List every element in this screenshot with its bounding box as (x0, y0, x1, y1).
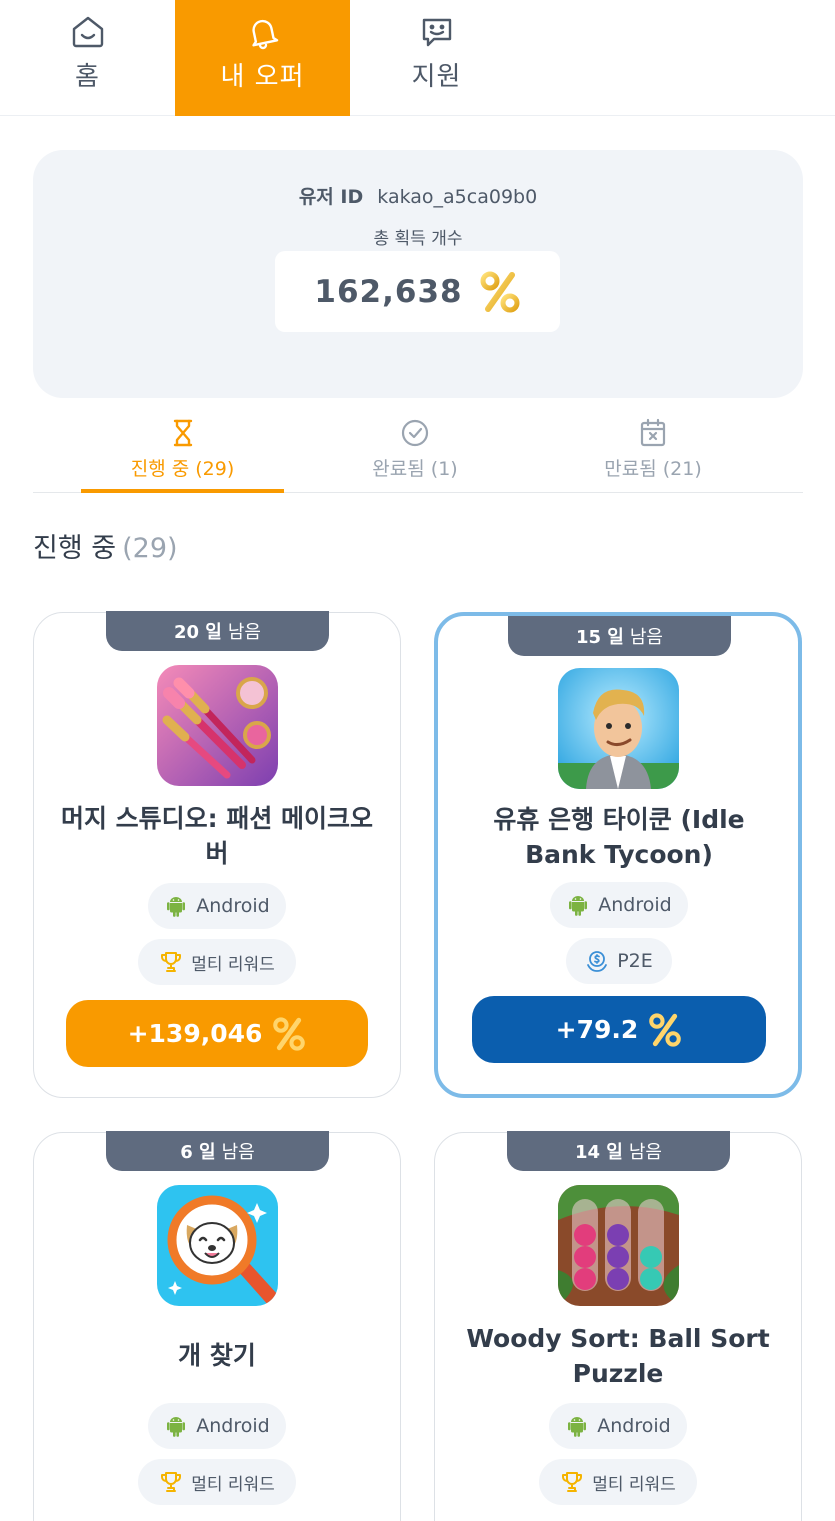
user-id-row: 유저 ID kakao_a5ca09b0 (33, 182, 803, 209)
platform-chip: Android (148, 1403, 286, 1449)
platform-label: Android (597, 1415, 671, 1437)
total-value: 162,638 (314, 273, 463, 310)
tag-chip: P2E (566, 938, 672, 984)
reward-button[interactable]: +79.2 (472, 996, 766, 1063)
offer-card[interactable]: 6 일 남음 개 찾기 Android 멀티 리워드 (33, 1131, 401, 1521)
nav-my-offers-label: 내 오퍼 (220, 62, 305, 92)
offer-status-tabs: 진행 중 (29) 완료됨 (1) 만료됨 (21) (33, 410, 803, 493)
days-left-value: 20 일 (173, 622, 222, 643)
app-title: 유휴 은행 타이쿤 (Idle Bank Tycoon) (493, 805, 745, 869)
days-left-value: 15 일 (575, 627, 624, 648)
nav-home-label: 홈 (75, 62, 100, 92)
percent-coin-icon (649, 1012, 682, 1047)
reward-value: +79.2 (555, 1015, 639, 1044)
user-id-label: 유저 ID (298, 186, 364, 208)
platform-chip: Android (550, 882, 688, 928)
days-left-suffix: 남음 (227, 622, 261, 643)
chat-smile-icon (422, 18, 451, 47)
tag-label: 멀티 리워드 (592, 1474, 676, 1495)
days-left-value: 14 일 (574, 1142, 623, 1163)
tag-chip: 멀티 리워드 (138, 1459, 296, 1505)
tag-label: 멀티 리워드 (191, 954, 275, 975)
user-id-value: kakao_a5ca09b0 (377, 186, 538, 208)
tab-completed-label: 완료됨 (1) (372, 458, 458, 480)
app-title: Woody Sort: Ball Sort Puzzle (466, 1324, 770, 1388)
tab-expired-label: 만료됨 (21) (604, 458, 702, 480)
trophy-icon (562, 1472, 583, 1492)
home-icon (72, 16, 103, 48)
offer-card[interactable]: 20 일 남음 머지 스튜디오: 패션 메이크오버 Android 멀티 리워드 … (33, 611, 401, 1098)
tag-label: P2E (617, 950, 653, 972)
days-left-badge: 15 일 남음 (508, 616, 731, 656)
tab-completed[interactable]: 완료됨 (1) (315, 410, 515, 493)
total-label: 총 획득 개수 (373, 229, 463, 249)
android-icon (167, 897, 186, 917)
trophy-icon (161, 1472, 182, 1492)
nav-home[interactable]: 홈 (0, 0, 175, 116)
app-icon-find-dog (157, 1185, 278, 1306)
nav-support[interactable]: 지원 (349, 0, 524, 116)
android-icon (569, 896, 588, 916)
p2e-coin-icon (587, 951, 608, 972)
section-title: 진행 중 (29) (33, 526, 178, 565)
days-left-suffix: 남음 (628, 1142, 662, 1163)
reward-value: +139,046 (127, 1019, 263, 1048)
summary-card: 유저 ID kakao_a5ca09b0 총 획득 개수 162,638 (33, 150, 803, 398)
offer-card[interactable]: 15 일 남음 유휴 은행 타이쿤 (Idle Bank Tycoon) Andr… (434, 612, 802, 1098)
percent-coin-icon (479, 271, 521, 313)
app-icon-makeup (157, 665, 278, 786)
days-left-value: 6 일 (180, 1142, 216, 1163)
android-icon (568, 1417, 587, 1437)
tag-label: 멀티 리워드 (191, 1474, 275, 1495)
android-icon (167, 1417, 186, 1437)
days-left-badge: 6 일 남음 (106, 1131, 329, 1171)
days-left-suffix: 남음 (629, 627, 663, 648)
trophy-icon (161, 952, 182, 972)
nav-my-offers[interactable]: 내 오퍼 (175, 0, 350, 116)
app-icon-bank-tycoon (558, 668, 679, 789)
total-box: 162,638 (275, 251, 560, 332)
platform-label: Android (196, 1415, 270, 1437)
hourglass-icon (173, 419, 192, 447)
app-title: 머지 스튜디오: 패션 메이크오버 (60, 804, 374, 868)
tab-in-progress-label: 진행 중 (29) (130, 458, 235, 480)
offer-card[interactable]: 14 일 남음 Woody Sort: Ball Sort Puzzle And… (434, 1131, 802, 1521)
platform-label: Android (196, 895, 270, 917)
nav-support-label: 지원 (411, 62, 462, 92)
section-title-text: 진행 중 (33, 533, 117, 564)
bell-icon (251, 19, 278, 50)
tab-in-progress[interactable]: 진행 중 (29) (81, 410, 284, 493)
reward-button[interactable]: +139,046 (66, 1000, 368, 1067)
platform-label: Android (598, 894, 672, 916)
tag-chip: 멀티 리워드 (138, 939, 296, 985)
check-circle-icon (401, 419, 429, 447)
platform-chip: Android (549, 1403, 687, 1449)
top-navigation: 홈 내 오퍼 지원 (0, 0, 835, 116)
days-left-badge: 14 일 남음 (507, 1131, 730, 1171)
calendar-x-icon (640, 418, 666, 447)
days-left-badge: 20 일 남음 (106, 611, 329, 651)
section-count: (29) (122, 533, 178, 564)
tag-chip: 멀티 리워드 (539, 1459, 697, 1505)
platform-chip: Android (148, 883, 286, 929)
app-icon-ball-sort (558, 1185, 679, 1306)
percent-coin-icon (273, 1016, 306, 1051)
app-title: 개 찾기 (178, 1341, 256, 1370)
days-left-suffix: 남음 (221, 1142, 255, 1163)
tab-expired[interactable]: 만료됨 (21) (548, 410, 758, 493)
